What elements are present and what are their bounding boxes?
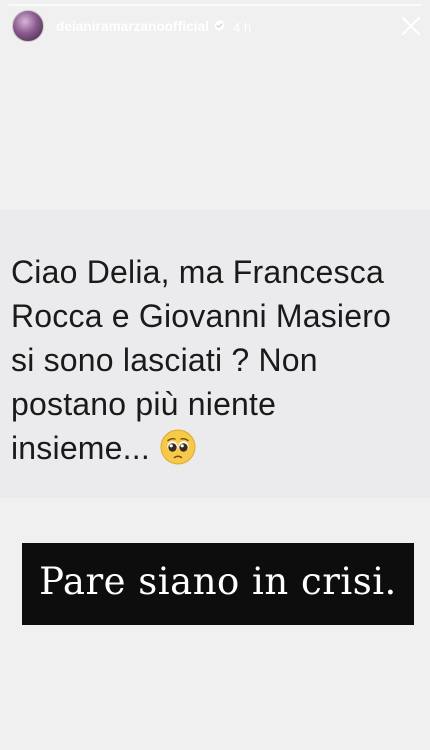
username[interactable]: deianiramarzanoofficial [56,19,209,34]
post-time: 4 h [233,20,252,35]
question-body: Ciao Delia, ma Francesca Rocca e Giovann… [11,254,392,466]
close-icon[interactable] [400,15,422,37]
story-progress-bar [8,4,422,6]
story-canvas[interactable]: deianiramarzanoofficial 4 h Ciao Delia, … [0,0,430,750]
avatar[interactable] [12,10,44,42]
caption-box: Pare siano in crisi. [22,543,414,625]
story-header: deianiramarzanoofficial 4 h [0,10,430,44]
question-text: Ciao Delia, ma Francesca Rocca e Giovann… [11,250,430,470]
story-progress-fill [8,4,422,6]
verified-badge-icon [214,19,225,32]
pleading-face-emoji-icon [160,429,196,465]
caption-text: Pare siano in crisi. [39,560,397,603]
